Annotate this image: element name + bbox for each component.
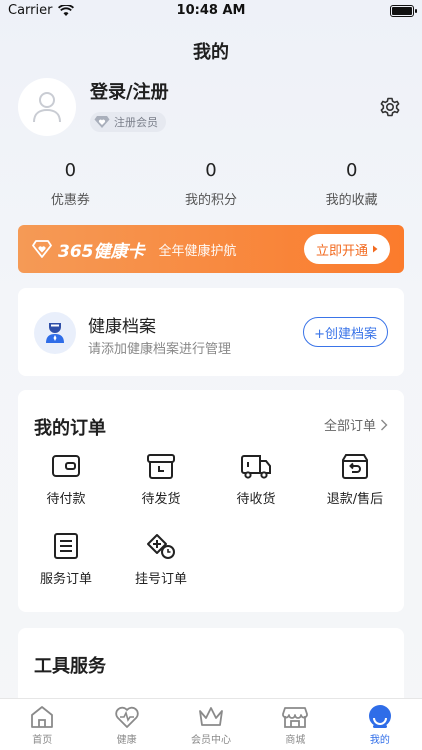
tab-member-center[interactable]: 会员中心: [169, 699, 253, 750]
wallet-icon: [52, 455, 80, 477]
truck-icon: [241, 455, 271, 479]
tab-store[interactable]: 商城: [253, 699, 337, 750]
health-records-subtitle: 请添加健康档案进行管理: [88, 342, 232, 357]
stat-value: 0: [64, 160, 77, 181]
my-orders-card: 我的订单 全部订单 待付款 待发货 待收货 退款/售后 服务订单 挂号订单: [18, 390, 404, 612]
order-label: 待发货: [141, 492, 181, 507]
tools-title: 工具服务: [34, 656, 106, 677]
triangle-right-icon: [373, 245, 378, 253]
order-pending-payment[interactable]: 待付款: [21, 452, 111, 507]
status-bar: Carrier 10:48 AM: [0, 0, 422, 22]
order-label: 挂号订单: [134, 572, 187, 587]
tab-label: 健康: [116, 735, 137, 746]
stat-value: 0: [345, 160, 358, 181]
page-title: 我的: [193, 42, 229, 63]
create-record-button[interactable]: +创建档案: [303, 317, 388, 347]
box-icon: [147, 454, 175, 479]
activate-now-button[interactable]: 立即开通: [303, 234, 390, 264]
all-orders-label: 全部订单: [323, 419, 376, 434]
order-service[interactable]: 服务订单: [21, 532, 111, 587]
heart-pulse-icon: [114, 706, 139, 728]
settings-gear-icon[interactable]: [378, 95, 402, 119]
stat-label: 优惠券: [50, 193, 90, 208]
stat-points[interactable]: 0 我的积分: [141, 160, 282, 208]
order-label: 待付款: [46, 492, 86, 507]
tab-mine[interactable]: 我的: [338, 699, 422, 750]
diamond-heart-icon: [32, 240, 52, 258]
orders-title: 我的订单: [34, 418, 106, 439]
health-record-icon: [34, 312, 76, 354]
registration-icon: [147, 534, 175, 559]
stat-coupons[interactable]: 0 优惠券: [0, 160, 141, 208]
avatar[interactable]: [18, 78, 76, 136]
stat-label: 我的积分: [185, 193, 238, 208]
stat-label: 我的收藏: [325, 193, 378, 208]
order-to-receive[interactable]: 待收货: [211, 452, 301, 507]
banner-title: 365健康卡: [58, 241, 145, 262]
chevron-right-icon: [381, 419, 388, 430]
activate-button-label: 立即开通: [315, 243, 368, 259]
order-refund[interactable]: 退款/售后: [310, 452, 400, 507]
store-icon: [282, 707, 309, 728]
diamond-heart-icon: [94, 116, 110, 128]
status-time: 10:48 AM: [176, 3, 246, 18]
bottom-tab-bar: 首页 健康 会员中心 商城 我的: [0, 698, 422, 750]
tab-label: 首页: [32, 735, 53, 746]
order-label: 服务订单: [39, 572, 92, 587]
order-registration[interactable]: 挂号订单: [116, 532, 206, 587]
health-card-banner[interactable]: 365健康卡 全年健康护航 立即开通: [18, 225, 404, 273]
health-records-card: 健康档案 请添加健康档案进行管理 +创建档案: [18, 288, 404, 376]
tab-label: 我的: [369, 735, 390, 746]
tab-label: 会员中心: [191, 735, 232, 746]
member-badge: 注册会员: [90, 112, 166, 132]
user-placeholder-icon: [33, 92, 61, 123]
battery-icon: [390, 5, 417, 17]
health-records-title: 健康档案: [88, 317, 156, 337]
order-label: 待收货: [236, 492, 276, 507]
order-label: 退款/售后: [326, 492, 384, 507]
tab-health[interactable]: 健康: [84, 699, 168, 750]
banner-subtitle: 全年健康护航: [158, 243, 237, 259]
member-label: 注册会员: [114, 116, 158, 129]
stat-value: 0: [205, 160, 217, 181]
login-register-link[interactable]: 登录/注册: [90, 78, 169, 104]
profile-icon: [368, 705, 391, 728]
stats-row: 0 优惠券 0 我的积分 0 我的收藏: [0, 160, 422, 208]
refund-icon: [342, 454, 368, 479]
crown-icon: [199, 707, 223, 726]
tab-label: 商城: [285, 735, 306, 746]
all-orders-link[interactable]: 全部订单: [324, 415, 388, 434]
order-to-ship[interactable]: 待发货: [116, 452, 206, 507]
stat-favorites[interactable]: 0 我的收藏: [281, 160, 422, 208]
home-icon: [31, 706, 54, 728]
document-icon: [54, 533, 78, 559]
tab-home[interactable]: 首页: [0, 699, 84, 750]
